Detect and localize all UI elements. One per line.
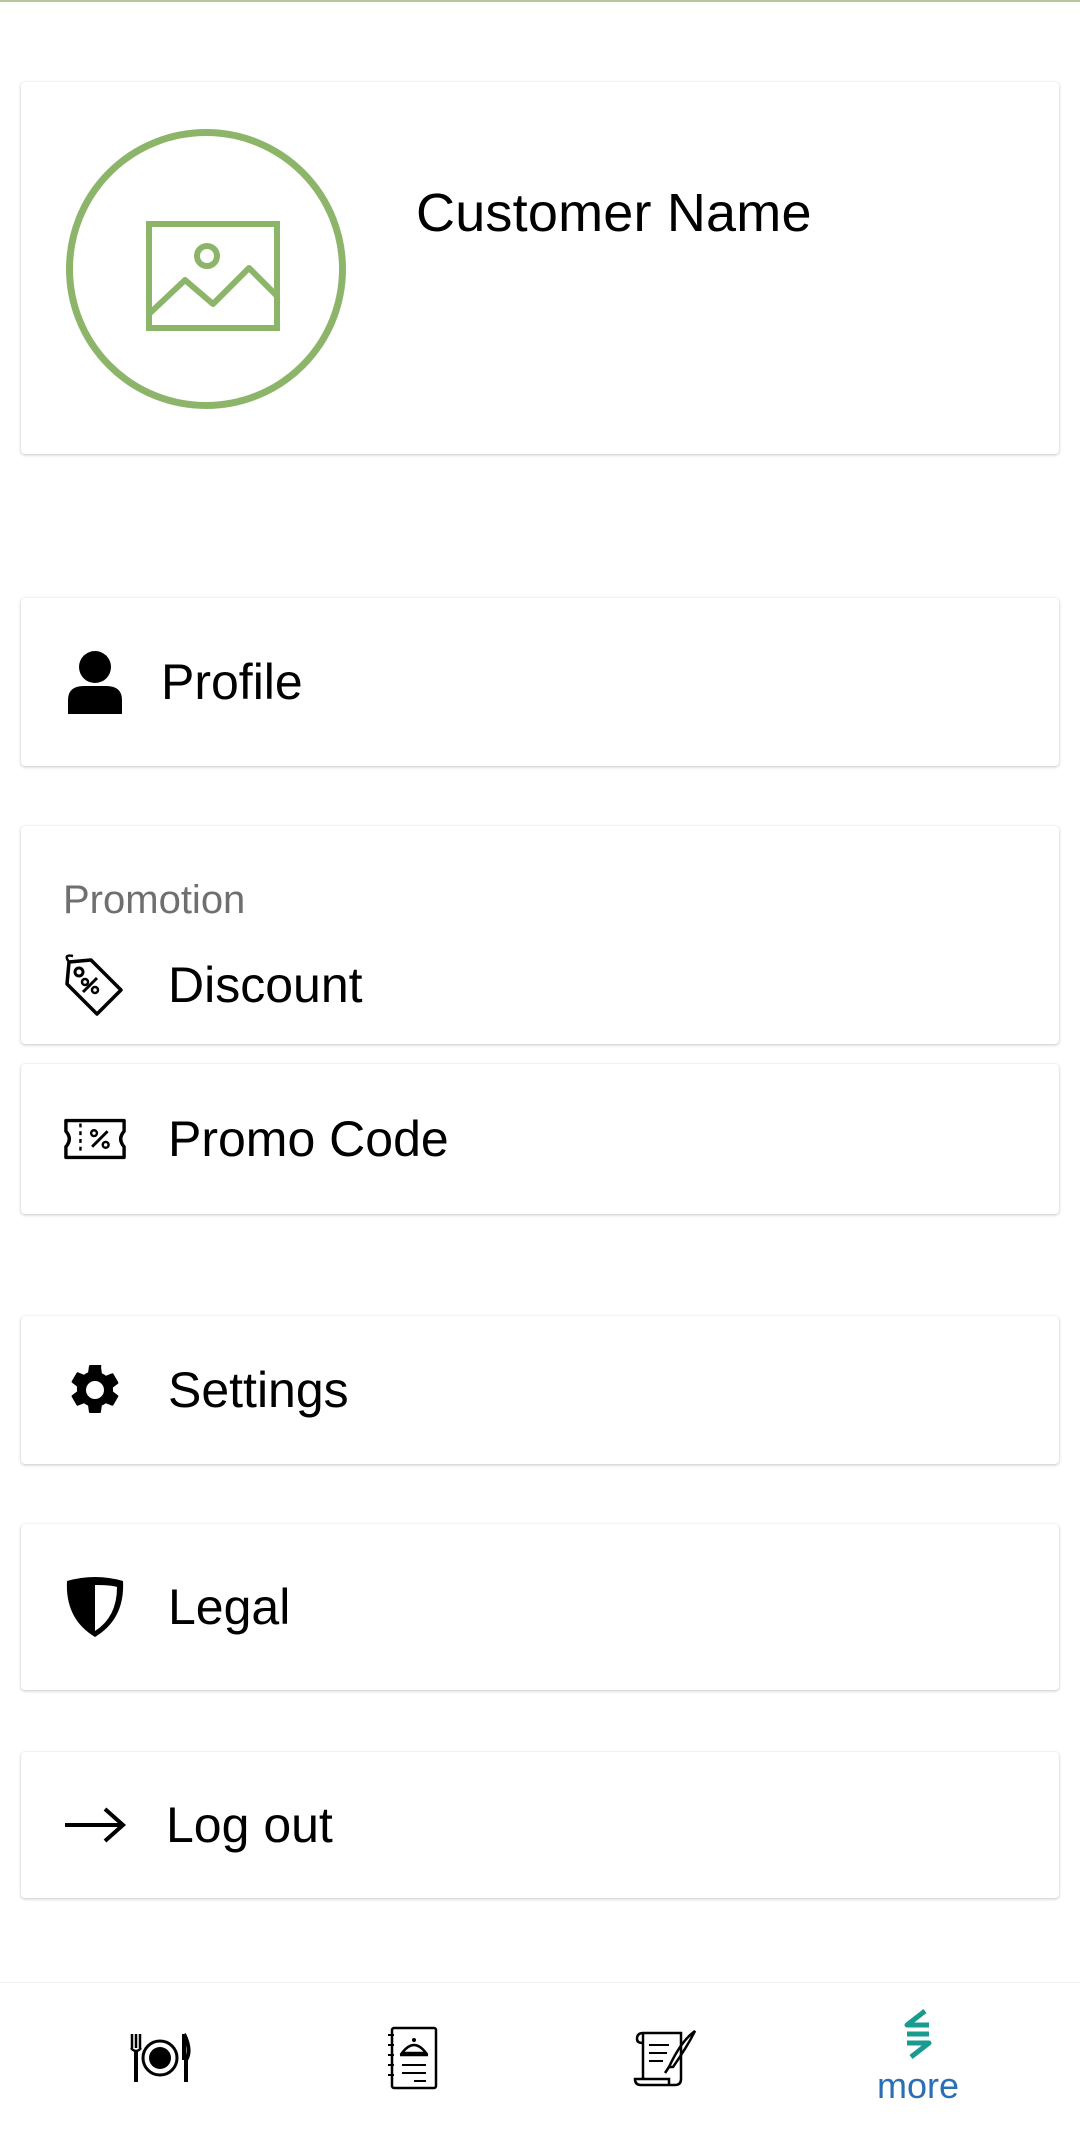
profile-header-card[interactable]: Customer Name: [21, 82, 1059, 454]
shield-icon: [63, 1575, 127, 1639]
menu-item-logout-label: Log out: [166, 1797, 333, 1853]
menu-item-settings[interactable]: Settings: [21, 1316, 1059, 1464]
nav-tab-orders[interactable]: [566, 1983, 766, 2131]
nav-tab-more[interactable]: more: [818, 1983, 1018, 2131]
customer-name: Customer Name: [416, 183, 812, 243]
scroll-quill-icon: [633, 2029, 697, 2086]
promotion-group: Promotion Discount: [21, 826, 1059, 1044]
person-icon: [63, 650, 127, 714]
arrow-right-icon: [63, 1793, 127, 1857]
bottom-navigation: more: [0, 1982, 1080, 2131]
menu-item-legal-label: Legal: [168, 1579, 291, 1635]
gear-icon: [63, 1358, 127, 1422]
menu-item-settings-label: Settings: [168, 1362, 349, 1418]
menu-item-discount[interactable]: Discount: [21, 936, 1059, 1036]
promotion-header: Promotion: [63, 878, 246, 922]
menu-item-logout[interactable]: Log out: [21, 1752, 1059, 1898]
menu-item-legal[interactable]: Legal: [21, 1524, 1059, 1690]
nav-tab-more-label: more: [876, 2064, 960, 2106]
menu-item-profile[interactable]: Profile: [21, 598, 1059, 766]
more-screen: Customer Name Profile Promotion Discount…: [0, 0, 1080, 2131]
menu-book-icon: [388, 2026, 438, 2089]
nav-tab-restaurant[interactable]: [60, 1983, 260, 2131]
discount-tag-icon: [61, 954, 127, 1025]
more-icon: [904, 2008, 932, 2059]
image-placeholder-icon: [146, 221, 280, 331]
ticket-icon: [63, 1107, 127, 1171]
menu-item-promo-code[interactable]: Promo Code: [21, 1064, 1059, 1214]
restaurant-icon: [130, 2032, 191, 2082]
menu-item-discount-label: Discount: [168, 957, 363, 1013]
avatar[interactable]: [66, 129, 346, 409]
nav-tab-menu[interactable]: [312, 1983, 512, 2131]
menu-item-profile-label: Profile: [161, 654, 303, 710]
menu-item-promo-code-label: Promo Code: [168, 1111, 449, 1167]
top-divider: [0, 0, 1080, 2]
